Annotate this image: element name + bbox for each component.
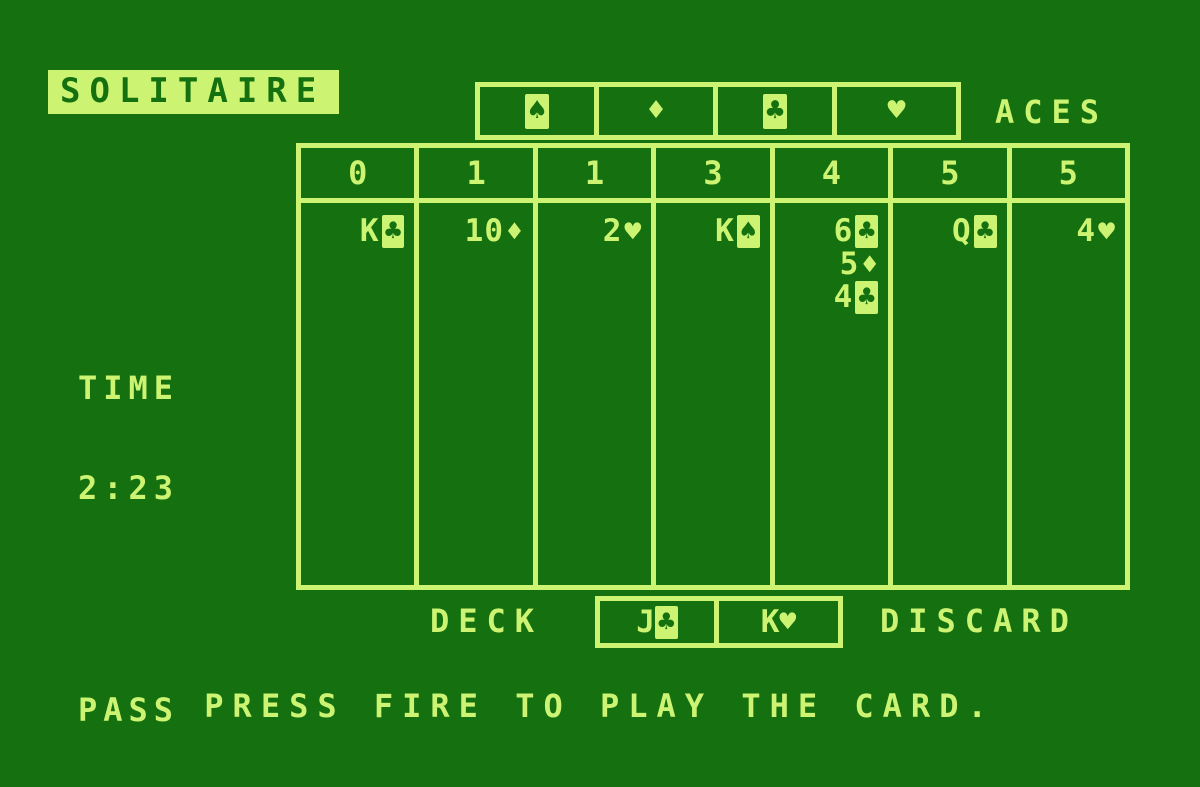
card-suit-icon: ♥ <box>1098 214 1115 248</box>
deck-discard-row: J ♣ K ♥ <box>595 596 843 648</box>
card-rank: K <box>760 603 780 640</box>
card[interactable]: 4 ♥ <box>1076 215 1115 248</box>
card-rank: 6 <box>833 213 854 249</box>
card-suit-icon: ♠ <box>736 215 760 248</box>
card-suit-icon: ♣ <box>855 281 879 314</box>
card-suit-icon: ♥ <box>779 605 797 638</box>
tableau-column-4[interactable]: 4 6 ♣ 5 ♦ 4 ♣ <box>774 148 894 585</box>
deck-card[interactable]: J ♣ <box>600 601 719 643</box>
tableau-column-1[interactable]: 1 10 ♦ <box>419 148 538 585</box>
diamond-icon: ♦ <box>646 93 666 128</box>
card-suit-icon: ♣ <box>381 215 405 248</box>
tableau-grid: 0 K ♣ 1 10 ♦ 1 2 ♥ 3 K ♠ 4 6 ♣ 5 ♦ 4 ♣ 5 Q ♣ 5 4 ♥ <box>296 143 1130 590</box>
column-count-5: 5 <box>893 148 1007 203</box>
card[interactable]: 4 ♣ <box>834 281 879 314</box>
status-spacer <box>78 572 179 630</box>
club-icon: ♣ <box>762 93 788 129</box>
card[interactable]: 2 ♥ <box>603 215 642 248</box>
card[interactable]: 10 ♦ <box>465 215 523 248</box>
ace-foundation-club[interactable]: ♣ <box>718 87 837 135</box>
page-title: SOLITAIRE <box>48 70 340 114</box>
time-label: TIME <box>78 369 180 407</box>
card[interactable]: 5 ♦ <box>840 248 879 281</box>
card-suit-icon: ♣ <box>654 605 678 639</box>
card-suit-icon: ♦ <box>505 214 523 248</box>
discard-label: DISCARD <box>880 602 1078 640</box>
aces-foundation-row: ♠ ♦ ♣ ♥ <box>475 82 961 140</box>
tableau-column-2[interactable]: 1 2 ♥ <box>537 148 657 585</box>
ace-foundation-heart[interactable]: ♥ <box>837 87 956 135</box>
card[interactable]: K ♠ <box>715 215 760 248</box>
column-count-1: 1 <box>419 148 533 203</box>
column-cards-4: 6 ♣ 5 ♦ 4 ♣ <box>775 203 888 585</box>
column-count-0: 0 <box>301 148 415 203</box>
game-screen: SOLITAIRE ♠ ♦ ♣ ♥ ACES 0 K ♣ 1 10 ♦ 1 2 ♥ 3 K ♠ 4 6 ♣ 5 ♦ 4 ♣… <box>0 0 1200 787</box>
card-rank: J <box>636 603 655 640</box>
card-rank: 10 <box>464 213 504 249</box>
time-value: 2:23 <box>78 469 180 507</box>
column-cards-6: 4 ♥ <box>1012 203 1125 585</box>
column-cards-5: Q ♣ <box>893 203 1006 585</box>
tableau-column-5[interactable]: 5 Q ♣ <box>893 148 1012 585</box>
card-rank: K <box>359 213 380 249</box>
card-rank: 5 <box>839 246 860 282</box>
card[interactable]: K ♣ <box>360 215 405 248</box>
card-suit-icon: ♥ <box>624 214 642 248</box>
column-count-4: 4 <box>774 148 889 203</box>
column-cards-1: 10 ♦ <box>419 203 532 585</box>
card[interactable]: 6 ♣ <box>834 215 879 248</box>
card-suit-icon: ♣ <box>855 215 879 248</box>
card-suit-icon: ♣ <box>973 215 997 248</box>
ace-foundation-diamond[interactable]: ♦ <box>599 87 718 135</box>
card-rank: 4 <box>1076 213 1097 249</box>
column-cards-2: 2 ♥ <box>538 203 651 585</box>
card-rank: 2 <box>602 213 623 249</box>
column-count-3: 3 <box>656 148 770 203</box>
column-cards-0: K ♣ <box>301 203 414 585</box>
spade-icon: ♠ <box>524 93 550 129</box>
card-suit-icon: ♦ <box>861 247 879 281</box>
column-count-2: 1 <box>537 148 652 203</box>
tableau-column-3[interactable]: 3 K ♠ <box>656 148 775 585</box>
column-cards-3: K ♠ <box>656 203 769 585</box>
card-rank: Q <box>952 213 972 249</box>
deck-label: DECK <box>430 602 544 640</box>
aces-label: ACES <box>995 93 1109 131</box>
card-rank: 4 <box>833 279 854 315</box>
column-count-6: 5 <box>1011 148 1125 203</box>
tableau-column-0[interactable]: 0 K ♣ <box>301 148 420 585</box>
prompt-message: PRESS FIRE TO PLAY THE CARD. <box>204 687 996 725</box>
tableau-column-6[interactable]: 5 4 ♥ <box>1011 148 1125 585</box>
discard-card[interactable]: K ♥ <box>719 601 838 643</box>
ace-foundation-spade[interactable]: ♠ <box>480 87 599 135</box>
card[interactable]: Q ♣ <box>952 215 997 248</box>
card-rank: K <box>715 213 735 249</box>
heart-icon: ♥ <box>887 93 906 128</box>
